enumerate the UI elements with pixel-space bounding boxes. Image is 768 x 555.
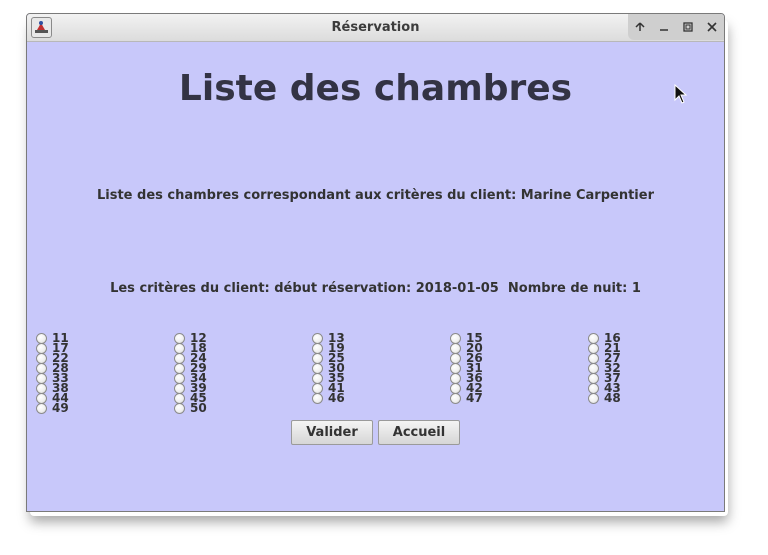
validate-button[interactable]: Valider	[291, 420, 373, 445]
room-number: 48	[604, 391, 621, 405]
radio-button[interactable]	[450, 393, 461, 404]
room-number: 46	[328, 391, 345, 405]
client-subtitle: Liste des chambres correspondant aux cri…	[96, 188, 654, 203]
content-panel: Liste des chambres Liste des chambres co…	[27, 42, 724, 511]
page-title: Liste des chambres	[178, 68, 573, 109]
window-controls	[628, 14, 724, 40]
close-icon[interactable]	[703, 18, 721, 36]
reservation-window: Réservation Liste des chambres Liste des…	[26, 13, 725, 512]
home-button[interactable]: Accueil	[378, 420, 460, 445]
room-number: 49	[52, 401, 69, 415]
window-title: Réservation	[331, 20, 420, 35]
title-bar[interactable]: Réservation	[27, 14, 724, 42]
room-number: 47	[466, 391, 483, 405]
up-arrow-icon[interactable]	[631, 18, 649, 36]
mouse-cursor-icon	[674, 83, 688, 108]
client-criteria: Les critères du client: début réservatio…	[110, 281, 641, 296]
room-number: 50	[190, 401, 207, 415]
radio-button[interactable]	[174, 403, 185, 414]
radio-button[interactable]	[588, 393, 599, 404]
radio-button[interactable]	[312, 393, 323, 404]
minimize-icon[interactable]	[655, 18, 673, 36]
maximize-icon[interactable]	[679, 18, 697, 36]
radio-button[interactable]	[36, 403, 47, 414]
